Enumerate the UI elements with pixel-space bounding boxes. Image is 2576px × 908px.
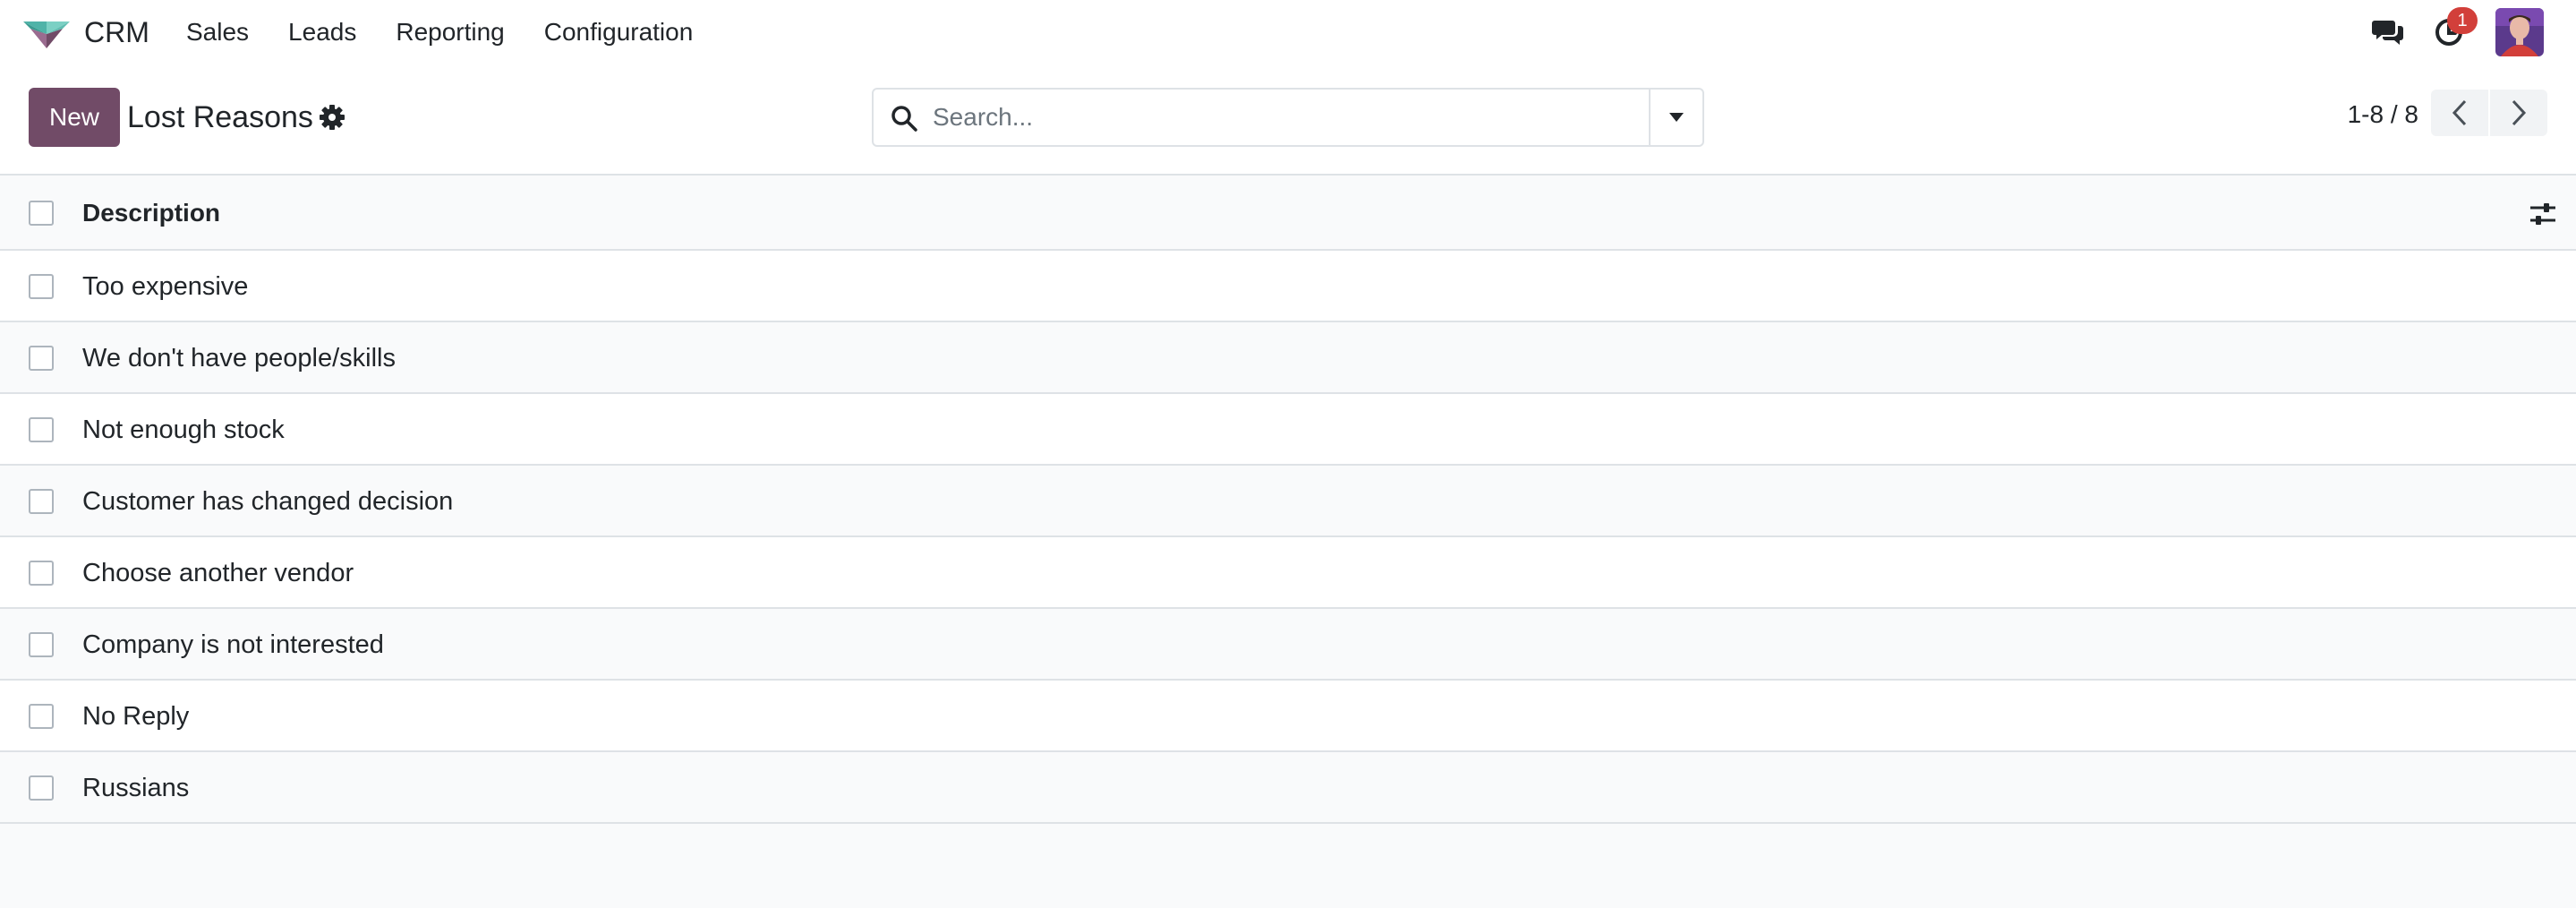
- table-row[interactable]: Choose another vendor: [0, 537, 2576, 609]
- table-row[interactable]: Company is not interested: [0, 609, 2576, 681]
- caret-down-icon: [1669, 113, 1684, 122]
- page-title: Lost Reasons: [127, 100, 313, 134]
- activity-badge: 1: [2447, 7, 2478, 34]
- chevron-left-icon: [2452, 99, 2467, 126]
- row-description: Too expensive: [82, 272, 249, 301]
- row-checkbox[interactable]: [29, 561, 54, 586]
- row-checkbox[interactable]: [29, 489, 54, 514]
- pager-previous-button[interactable]: [2431, 90, 2488, 136]
- table-row[interactable]: Not enough stock: [0, 394, 2576, 466]
- table-row[interactable]: We don't have people/skills: [0, 322, 2576, 394]
- row-checkbox[interactable]: [29, 346, 54, 371]
- app-name[interactable]: CRM: [84, 15, 149, 49]
- search-options-toggle[interactable]: [1649, 90, 1702, 145]
- row-description: No Reply: [82, 702, 190, 731]
- activity-button[interactable]: 1: [2431, 7, 2478, 50]
- row-checkbox[interactable]: [29, 632, 54, 657]
- new-button[interactable]: New: [29, 88, 120, 147]
- control-panel: New Lost Reasons Search... 1-8 / 8: [0, 64, 2576, 176]
- avatar[interactable]: [2495, 8, 2544, 56]
- row-description: Not enough stock: [82, 415, 285, 444]
- search-input[interactable]: [931, 93, 1620, 141]
- row-checkbox[interactable]: [29, 417, 54, 442]
- select-all-checkbox[interactable]: [29, 201, 54, 226]
- row-checkbox[interactable]: [29, 704, 54, 729]
- row-description: We don't have people/skills: [82, 344, 396, 373]
- table-row[interactable]: Russians: [0, 752, 2576, 824]
- chat-icon[interactable]: [2370, 14, 2406, 50]
- row-checkbox[interactable]: [29, 274, 54, 299]
- menu-sales[interactable]: Sales: [186, 16, 249, 48]
- search-bar: [872, 88, 1704, 147]
- table-row[interactable]: Customer has changed decision: [0, 466, 2576, 537]
- app-logo-icon[interactable]: [23, 16, 70, 48]
- column-header-description[interactable]: Description: [82, 195, 220, 231]
- row-description: Customer has changed decision: [82, 487, 454, 516]
- pager-value[interactable]: 1-8 / 8: [2348, 95, 2418, 134]
- chevron-right-icon: [2512, 99, 2527, 126]
- systray: 1: [2345, 7, 2544, 56]
- row-description: Russians: [82, 774, 190, 802]
- list-view: Description Too expensive We don't have …: [0, 176, 2576, 908]
- search-icon: [890, 104, 918, 133]
- main-menu: Sales Leads Reporting Configuration: [186, 16, 732, 48]
- menu-leads[interactable]: Leads: [288, 16, 356, 48]
- row-description: Choose another vendor: [82, 559, 354, 587]
- row-checkbox[interactable]: [29, 775, 54, 801]
- gear-icon[interactable]: [319, 104, 345, 131]
- row-description: Company is not interested: [82, 630, 384, 659]
- table-row[interactable]: No Reply: [0, 681, 2576, 752]
- table-row[interactable]: Too expensive: [0, 251, 2576, 322]
- pager-next-button[interactable]: [2490, 90, 2547, 136]
- top-navbar: CRM Sales Leads Reporting Configuration …: [0, 0, 2576, 64]
- list-header: Description: [0, 176, 2576, 251]
- optional-columns-icon[interactable]: [2528, 199, 2558, 229]
- menu-configuration[interactable]: Configuration: [544, 16, 694, 48]
- menu-reporting[interactable]: Reporting: [396, 16, 504, 48]
